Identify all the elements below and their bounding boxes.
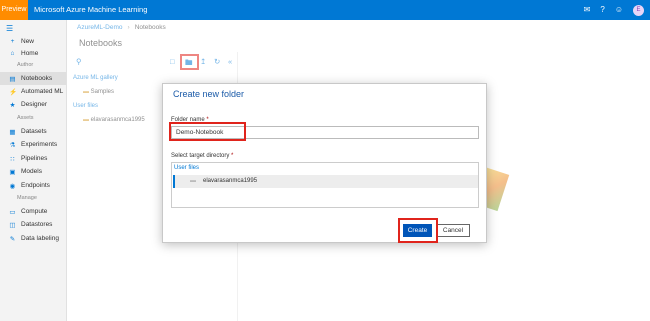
compute-icon: ▭ — [9, 208, 16, 216]
help-icon[interactable]: ? — [600, 0, 604, 20]
endpoint-icon: ◉ — [9, 182, 16, 190]
nav-home[interactable]: ⌂ Home — [0, 47, 66, 60]
left-sidebar: ☰ + New ⌂ Home Author ▤ Notebooks ⚡ Automate… — [0, 20, 67, 321]
model-icon: ▣ — [9, 168, 16, 176]
cancel-button[interactable]: Cancel — [436, 224, 470, 237]
nav-datastores[interactable]: ◫ Datastores — [0, 218, 66, 231]
top-icons: ✉ ? ☺ E — [584, 0, 644, 20]
nav-endpoints[interactable]: ◉ Endpoints — [0, 179, 66, 192]
nav-datasets[interactable]: ▦ Datasets — [0, 125, 66, 138]
dialog-title: Create new folder — [173, 89, 245, 99]
smiley-icon[interactable]: ☺ — [615, 0, 623, 20]
user-files-label[interactable]: User files — [174, 165, 199, 171]
nav-pipelines[interactable]: ∷ Pipelines — [0, 152, 66, 165]
avatar[interactable]: E — [633, 4, 644, 16]
labeling-icon: ✎ — [9, 235, 16, 243]
target-dir-label: Select target directory * — [171, 153, 234, 159]
plus-icon: + — [10, 38, 15, 45]
nav-designer[interactable]: ★ Designer — [0, 98, 66, 111]
highlight-folder-name — [169, 122, 246, 141]
feedback-icon[interactable]: ✉ — [584, 0, 591, 20]
create-folder-dialog: Create new folder Folder name * Demo-Not… — [162, 83, 487, 243]
nav-data-labeling[interactable]: ✎ Data labeling — [0, 232, 66, 245]
folder-icon: ▬ — [190, 178, 196, 184]
highlight-create — [398, 218, 438, 243]
hamburger-icon[interactable]: ☰ — [6, 24, 13, 33]
preview-badge: Preview — [0, 0, 28, 20]
nav-compute[interactable]: ▭ Compute — [0, 205, 66, 218]
notebook-icon: ▤ — [9, 75, 16, 83]
top-bar: Preview Microsoft Azure Machine Learning… — [0, 0, 650, 20]
section-manage: Manage — [17, 195, 37, 201]
nav-automated-ml[interactable]: ⚡ Automated ML — [0, 85, 66, 98]
directory-row-selected[interactable]: ▬ elavarasanmca1995 — [173, 175, 478, 188]
app-title[interactable]: Microsoft Azure Machine Learning — [34, 0, 147, 20]
datastore-icon: ◫ — [9, 221, 16, 229]
nav-experiments[interactable]: ⚗ Experiments — [0, 138, 66, 151]
experiment-icon: ⚗ — [9, 141, 16, 149]
nav-models[interactable]: ▣ Models — [0, 165, 66, 178]
nav-notebooks[interactable]: ▤ Notebooks — [0, 72, 66, 85]
section-author: Author — [17, 62, 34, 68]
target-directory-picker: User files ▬ elavarasanmca1995 — [171, 162, 479, 208]
section-assets: Assets — [17, 115, 34, 121]
pipeline-icon: ∷ — [10, 155, 15, 163]
designer-icon: ★ — [9, 101, 16, 109]
home-icon: ⌂ — [10, 50, 15, 57]
dataset-icon: ▦ — [9, 128, 16, 136]
automl-icon: ⚡ — [9, 88, 18, 96]
